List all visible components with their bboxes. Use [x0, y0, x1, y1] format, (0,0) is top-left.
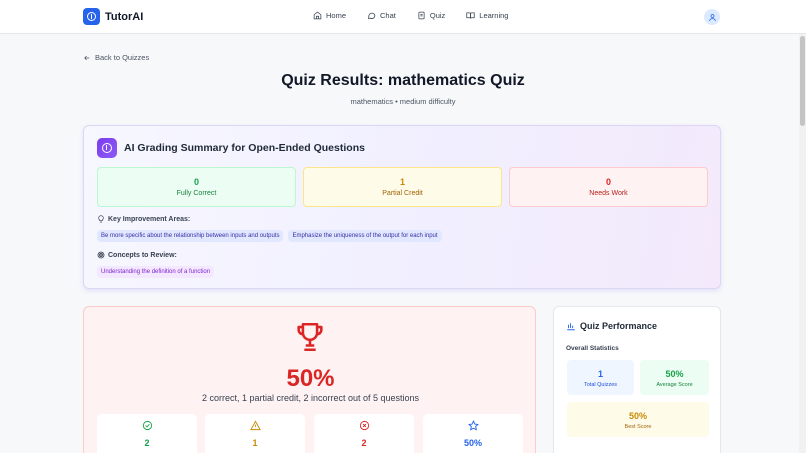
nav-link-learning[interactable]: Learning: [466, 11, 508, 20]
back-to-quizzes-link[interactable]: Back to Quizzes: [83, 53, 149, 62]
back-label: Back to Quizzes: [95, 53, 150, 62]
best-score-stat: 50% Best Score: [567, 402, 709, 437]
x-circle-icon: [359, 420, 369, 431]
needs-work-box: 0 Needs Work: [509, 167, 708, 207]
trophy-icon: [297, 322, 323, 352]
performance-title: Quiz Performance: [566, 321, 657, 331]
user-icon: [708, 13, 716, 21]
user-avatar-button[interactable]: [704, 9, 720, 25]
target-icon: [97, 251, 105, 259]
correct-count-card: 2: [97, 414, 197, 453]
check-circle-icon: [142, 420, 152, 431]
brand[interactable]: TutorAI: [83, 8, 143, 25]
concept-chip: Understanding the definition of a functi…: [97, 266, 215, 278]
home-icon: [313, 11, 322, 20]
incorrect-count: 2: [361, 438, 367, 448]
scrollbar-thumb[interactable]: [800, 36, 805, 126]
needs-work-label: Needs Work: [589, 190, 628, 197]
partial-credit-count: 1: [399, 177, 405, 187]
incorrect-count-card: 2: [314, 414, 414, 453]
nav-link-chat[interactable]: Chat: [367, 11, 396, 20]
fully-correct-box: 0 Fully Correct: [97, 167, 296, 207]
score-star-card: 50%: [423, 414, 523, 453]
top-navbar: TutorAI Home Chat Quiz Learning: [0, 0, 806, 34]
fully-correct-label: Fully Correct: [176, 190, 217, 197]
improvement-areas-heading: Key Improvement Areas:: [97, 215, 190, 223]
lightbulb-icon: [98, 215, 104, 223]
performance-title-label: Quiz Performance: [580, 321, 658, 331]
nav-links: Home Chat Quiz Learning: [313, 11, 529, 20]
chat-icon: [368, 12, 376, 19]
total-quizzes-stat: 1 Total Quizzes: [567, 360, 634, 395]
concepts-heading: Concepts to Review:: [97, 251, 177, 259]
nav-link-label: Quiz: [429, 11, 446, 20]
partial-count: 1: [252, 438, 258, 448]
score-description: 2 correct, 1 partial credit, 2 incorrect…: [201, 393, 420, 403]
nav-link-label: Chat: [380, 11, 396, 20]
ai-brain-icon: [97, 138, 117, 158]
arrow-left-icon: [84, 55, 90, 60]
score-star-value: 50%: [463, 438, 482, 448]
nav-link-quiz[interactable]: Quiz: [417, 11, 445, 20]
book-icon: [466, 12, 475, 19]
improvement-areas-label: Key Improvement Areas:: [108, 215, 191, 223]
partial-count-card: 1: [205, 414, 305, 453]
total-quizzes-label: Total Quizzes: [583, 382, 617, 388]
ai-grading-summary-card: AI Grading Summary for Open-Ended Questi…: [83, 125, 721, 289]
average-score-stat: 50% Average Score: [640, 360, 709, 395]
partial-credit-box: 1 Partial Credit: [303, 167, 502, 207]
page-subtitle: mathematics • medium difficulty: [350, 97, 456, 106]
improvement-chips: Be more specific about the relationship …: [97, 230, 447, 242]
bar-chart-icon: [567, 323, 575, 331]
brand-name: TutorAI: [105, 10, 144, 23]
warning-icon: [249, 420, 261, 431]
score-card: 50% 2 correct, 1 partial credit, 2 incor…: [83, 306, 536, 453]
correct-count: 2: [144, 438, 150, 448]
quiz-performance-panel: Quiz Performance Overall Statistics 1 To…: [553, 306, 721, 453]
ai-summary-header: AI Grading Summary for Open-Ended Questi…: [97, 138, 365, 158]
ai-summary-title: AI Grading Summary for Open-Ended Questi…: [124, 142, 365, 154]
score-percent: 50%: [286, 365, 335, 392]
average-score-label: Average Score: [656, 382, 693, 388]
fully-correct-count: 0: [193, 177, 199, 187]
brand-logo-icon: [83, 8, 100, 25]
quiz-icon: [418, 11, 425, 20]
concepts-label: Concepts to Review:: [108, 251, 177, 259]
concept-chips: Understanding the definition of a functi…: [97, 266, 219, 278]
nav-link-label: Learning: [479, 11, 509, 20]
nav-link-home[interactable]: Home: [313, 11, 346, 20]
nav-link-label: Home: [326, 11, 347, 20]
needs-work-count: 0: [605, 177, 611, 187]
page-title: Quiz Results: mathematics Quiz: [281, 72, 525, 89]
average-score-value: 50%: [665, 369, 684, 379]
total-quizzes-value: 1: [597, 369, 603, 379]
star-icon: [467, 420, 479, 431]
improvement-chip: Be more specific about the relationship …: [97, 230, 284, 242]
partial-credit-label: Partial Credit: [382, 190, 423, 197]
improvement-chip: Emphasize the uniqueness of the output f…: [288, 230, 442, 242]
overall-statistics-label: Overall Statistics: [566, 345, 619, 352]
best-score-value: 50%: [628, 411, 647, 421]
best-score-label: Best Score: [624, 424, 652, 430]
